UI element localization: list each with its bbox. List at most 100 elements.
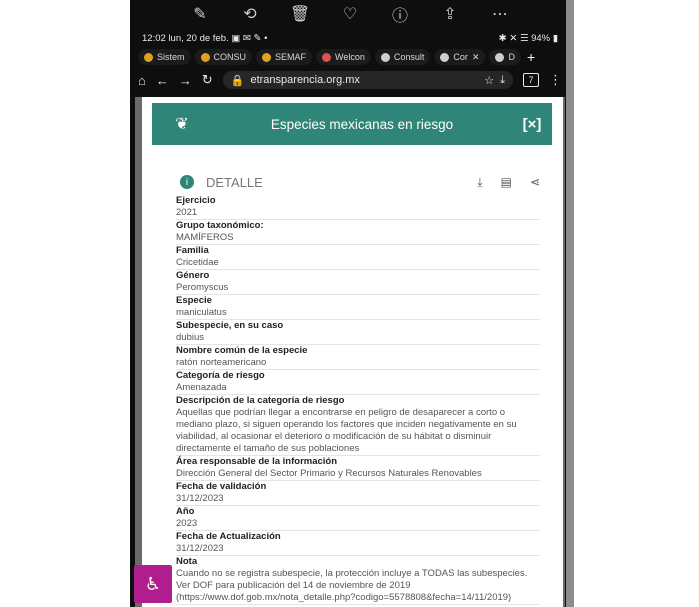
lock-icon: 🔒 [230, 74, 245, 87]
more-icon[interactable]: ⋯ [489, 4, 511, 24]
status-time: 12:02 [142, 32, 166, 44]
battery-icon: ▮ [552, 32, 558, 44]
heart-icon[interactable]: ♡ [339, 4, 361, 24]
list-item: Fecha de Actualización 31/12/2023 [176, 531, 540, 556]
field-value: Dirección General del Sector Primario y … [176, 468, 482, 479]
field-label: Fecha de validación [176, 481, 267, 492]
tab-consult[interactable]: Consult [374, 49, 431, 65]
field-value: Cuando no se registra subespecie, la pro… [176, 568, 530, 603]
field-label: Género [176, 270, 210, 281]
url-text: etransparencia.org.mx [250, 74, 360, 86]
field-label: Fecha de Actualización [176, 531, 281, 542]
field-value: Cricetidae [176, 257, 219, 268]
site-icon [144, 52, 153, 62]
close-tab-icon[interactable]: ✕ [472, 52, 480, 63]
field-value: maniculatus [176, 307, 227, 318]
tab-label: Cor [453, 52, 468, 62]
new-tab-button[interactable]: + [527, 49, 535, 65]
detail-heading: i DETALLE ⤓ ▤ ⋖ [180, 172, 540, 192]
list-item: Especie maniculatus [176, 295, 540, 320]
accessibility-icon: ♿ [144, 573, 162, 594]
list-item: Área responsable de la información Direcc… [176, 456, 540, 481]
field-value: Amenazada [176, 382, 227, 393]
field-value: 31/12/2023 [176, 543, 224, 554]
tab-label: D [508, 52, 515, 62]
system-toolbar: ✎ ⟲ 🗑 ♡ ⓘ ⇪ ⋯ [130, 0, 570, 28]
scrollbar[interactable] [566, 0, 574, 607]
field-label: Grupo taxonómico: [176, 220, 264, 231]
field-label: Subespecie, en su caso [176, 320, 284, 331]
detail-actions: ⤓ ▤ ⋖ [477, 175, 540, 190]
globe-icon [380, 52, 390, 62]
tab-label: Consult [393, 52, 425, 62]
tab-welcon[interactable]: Welcon [316, 49, 371, 65]
tab-sistem[interactable]: Sistem [138, 49, 191, 65]
field-label: Ejercicio [176, 195, 216, 206]
page-title: Especies mexicanas en riesgo [270, 116, 454, 132]
tab-label: Welcon [335, 52, 365, 62]
address-bar[interactable]: 🔒 etransparencia.org.mx ☆ ⤓ [222, 71, 513, 89]
close-button[interactable]: [×] [512, 116, 552, 133]
forward-icon[interactable]: → [179, 73, 192, 88]
info-icon[interactable]: ⓘ [389, 2, 411, 26]
field-value: dubius [176, 332, 204, 343]
tab-consu[interactable]: CONSU [194, 49, 253, 65]
site-icon [322, 52, 332, 62]
rotate-icon[interactable]: ⟲ [239, 4, 261, 24]
tab-semaf[interactable]: SEMAF [256, 49, 313, 65]
menu-icon[interactable]: ⋮ [549, 72, 562, 88]
reload-icon[interactable]: ↻ [202, 72, 213, 88]
field-value: Aquellas que podrían llegar a encontrars… [176, 407, 520, 454]
share-icon[interactable]: ⇪ [439, 4, 461, 24]
status-bar: 12:02 lun, 20 de feb. ▣ ✉ ✎ • ✱ ✕ ☰ 94% … [142, 31, 558, 45]
list-item: Categoría de riesgo Amenazada [176, 370, 540, 395]
home-icon[interactable]: ⌂ [138, 73, 146, 88]
list-item: Año 2023 [176, 506, 540, 531]
download-icon[interactable]: ⤓ [500, 74, 505, 87]
share-icon[interactable]: ⋖ [530, 175, 540, 190]
accessibility-button[interactable]: ♿ [134, 565, 172, 603]
phone-screen: ✎ ⟲ 🗑 ♡ ⓘ ⇪ ⋯ 12:02 lun, 20 de feb. ▣ ✉ … [130, 0, 570, 607]
detail-card: ❦ Especies mexicanas en riesgo [×] i DET… [142, 97, 563, 607]
notification-icons: ▣ ✉ ✎ • [231, 32, 268, 44]
site-icon [200, 52, 210, 62]
tab-count[interactable]: 7 [523, 73, 539, 87]
tab-label: Sistem [157, 52, 185, 62]
field-label: Área responsable de la información [176, 456, 338, 467]
globe-icon [440, 52, 450, 62]
download-icon[interactable]: ⤓ [477, 175, 482, 190]
globe-icon [495, 52, 505, 62]
field-value: ratón norteamericano [176, 357, 267, 368]
site-icon [262, 52, 272, 62]
status-date: lun, 20 de feb. [168, 32, 229, 44]
edit-icon[interactable]: ✎ [189, 4, 211, 24]
field-value: 31/12/2023 [176, 493, 224, 504]
axolotl-logo-icon: ❦ [175, 116, 189, 133]
field-value: MAMÍFEROS [176, 232, 234, 243]
print-icon[interactable]: ▤ [501, 175, 512, 190]
info-circle-icon: i [180, 175, 194, 189]
tab-d[interactable]: D [489, 49, 521, 65]
field-label: Descripción de la categoría de riesgo [176, 395, 345, 406]
trash-icon[interactable]: 🗑 [289, 4, 311, 24]
fields-list: Ejercicio 2021 Grupo taxonómico: MAMÍFEROS… [176, 195, 540, 605]
field-label: Especie [176, 295, 212, 306]
detail-label: DETALLE [206, 174, 263, 190]
field-label: Categoría de riesgo [176, 370, 265, 381]
list-item: Grupo taxonómico: MAMÍFEROS [176, 220, 540, 245]
field-value: Peromyscus [176, 282, 229, 293]
tab-cor[interactable]: Cor ✕ [434, 49, 486, 65]
back-icon[interactable]: ← [156, 73, 169, 88]
star-icon[interactable]: ☆ [484, 74, 494, 87]
field-label: Nota [176, 556, 198, 567]
tab-label: SEMAF [275, 52, 307, 62]
url-bar-row: ⌂ ← → ↻ 🔒 etransparencia.org.mx ☆ ⤓ 7 ⋮ [138, 70, 562, 90]
list-item: Género Peromyscus [176, 270, 540, 295]
list-item: Subespecie, en su caso dubius [176, 320, 540, 345]
page-header: ❦ Especies mexicanas en riesgo [×] [152, 103, 552, 145]
tab-label: CONSU [213, 52, 247, 62]
signal-icons: ✱ ✕ ☰ [498, 32, 529, 44]
field-label: Nombre común de la especie [176, 345, 308, 356]
field-label: Año [176, 506, 195, 517]
list-item: Fecha de validación 31/12/2023 [176, 481, 540, 506]
